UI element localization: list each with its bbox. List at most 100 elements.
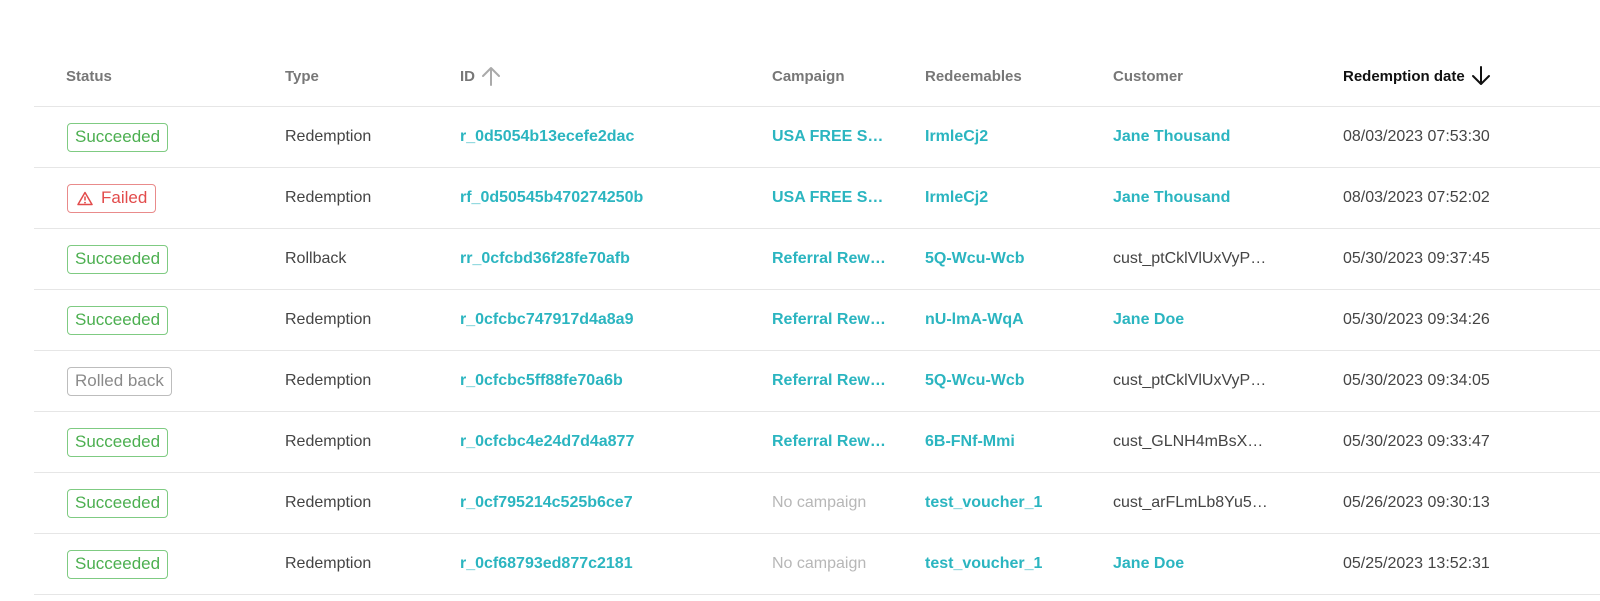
id-cell: rr_0cfcbd36f28fe70afb — [460, 229, 750, 289]
header-type-cell[interactable]: Type — [285, 46, 445, 106]
redeemable-link[interactable]: test_voucher_1 — [925, 494, 1042, 512]
campaign-cell: Referral Rew… — [772, 290, 890, 350]
table-row[interactable]: Succeeded Redemption r_0d5054b13ecefe2da… — [34, 107, 1600, 168]
header-redemption-date-cell[interactable]: Redemption date — [1343, 46, 1583, 106]
redeemable-cell: nU-lmA-WqA — [925, 290, 1095, 350]
id-cell: rf_0d50545b470274250b — [460, 168, 750, 228]
redeemable-link[interactable]: nU-lmA-WqA — [925, 311, 1024, 329]
campaign-cell: Referral Rew… — [772, 412, 890, 472]
campaign-link[interactable]: Referral Rew… — [772, 351, 886, 411]
status-badge: Succeeded — [67, 244, 169, 274]
campaign-link[interactable]: USA FREE S… — [772, 168, 883, 228]
redeemable-link[interactable]: IrmleCj2 — [925, 128, 988, 146]
status-cell: Succeeded — [66, 290, 256, 350]
status-label: Succeeded — [75, 249, 161, 268]
date-cell: 05/30/2023 09:34:05 — [1343, 351, 1583, 411]
header-campaign-cell[interactable]: Campaign — [772, 46, 890, 106]
header-id: ID — [460, 67, 475, 85]
redeemable-link[interactable]: 6B-FNf-Mmi — [925, 433, 1015, 451]
customer-cell: Jane Thousand — [1113, 107, 1273, 167]
id-cell: r_0cf795214c525b6ce7 — [460, 473, 750, 533]
type-cell: Redemption — [285, 351, 445, 411]
redeemable-cell: IrmleCj2 — [925, 107, 1095, 167]
redeemable-link[interactable]: 5Q-Wcu-Wcb — [925, 250, 1025, 268]
table-row[interactable]: Failed Redemption rf_0d50545b470274250b … — [34, 168, 1600, 229]
header-customer-cell[interactable]: Customer — [1113, 46, 1273, 106]
customer-link[interactable]: Jane Doe — [1113, 290, 1184, 350]
customer-cell: Jane Doe — [1113, 534, 1273, 594]
customer-link[interactable]: Jane Thousand — [1113, 107, 1230, 167]
campaign-cell: Referral Rew… — [772, 351, 890, 411]
redemption-id-link[interactable]: r_0cfcbc747917d4a8a9 — [460, 311, 633, 329]
redeemable-link[interactable]: test_voucher_1 — [925, 555, 1042, 573]
date-cell: 08/03/2023 07:53:30 — [1343, 107, 1583, 167]
redeemable-link[interactable]: 5Q-Wcu-Wcb — [925, 372, 1025, 390]
campaign-link[interactable]: USA FREE S… — [772, 107, 883, 167]
table-row[interactable]: Succeeded Rollback rr_0cfcbd36f28fe70afb… — [34, 229, 1600, 290]
table-row[interactable]: Succeeded Redemption r_0cf795214c525b6ce… — [34, 473, 1600, 534]
sort-arrow-up-icon[interactable] — [481, 65, 501, 87]
redemption-id-link[interactable]: r_0d5054b13ecefe2dac — [460, 128, 634, 146]
header-id-cell[interactable]: ID — [460, 46, 750, 106]
customer-link[interactable]: Jane Thousand — [1113, 168, 1230, 228]
status-badge: Failed — [67, 183, 157, 213]
customer-link[interactable]: Jane Doe — [1113, 534, 1184, 594]
status-badge: Succeeded — [67, 122, 169, 152]
status-cell: Rolled back — [66, 351, 256, 411]
table-row[interactable]: Succeeded Redemption r_0cf68793ed877c218… — [34, 534, 1600, 595]
table-row[interactable]: Succeeded Redemption r_0cfcbc4e24d7d4a87… — [34, 412, 1600, 473]
redeemable-link[interactable]: IrmleCj2 — [925, 189, 988, 207]
redemption-date: 08/03/2023 07:53:30 — [1343, 128, 1490, 145]
campaign-cell: Referral Rew… — [772, 229, 890, 289]
redemption-date: 05/30/2023 09:34:26 — [1343, 311, 1490, 328]
redemption-id-link[interactable]: r_0cfcbc4e24d7d4a877 — [460, 433, 634, 451]
type-label: Redemption — [285, 433, 372, 450]
type-label: Redemption — [285, 128, 372, 145]
id-cell: r_0cfcbc5ff88fe70a6b — [460, 351, 750, 411]
header-type: Type — [285, 67, 319, 85]
status-badge: Succeeded — [67, 488, 169, 518]
campaign-link[interactable]: Referral Rew… — [772, 412, 886, 472]
table-row[interactable]: Rolled back Redemption r_0cfcbc5ff88fe70… — [34, 351, 1600, 412]
customer-cell: Jane Doe — [1113, 290, 1273, 350]
header-redeemables-cell[interactable]: Redeemables — [925, 46, 1095, 106]
redemption-id-link[interactable]: rf_0d50545b470274250b — [460, 189, 643, 207]
customer-value: cust_GLNH4mBsX… — [1113, 433, 1264, 450]
status-label: Succeeded — [75, 554, 161, 573]
table-body: Succeeded Redemption r_0d5054b13ecefe2da… — [34, 107, 1600, 595]
date-cell: 05/30/2023 09:33:47 — [1343, 412, 1583, 472]
status-cell: Succeeded — [66, 473, 256, 533]
customer-cell: cust_ptCklVlUxVyP… — [1113, 229, 1273, 289]
status-cell: Succeeded — [66, 412, 256, 472]
status-cell: Failed — [66, 168, 256, 228]
type-label: Redemption — [285, 494, 372, 511]
type-cell: Redemption — [285, 412, 445, 472]
type-label: Redemption — [285, 311, 372, 328]
redemption-date: 05/25/2023 13:52:31 — [1343, 555, 1490, 572]
date-cell: 05/30/2023 09:34:26 — [1343, 290, 1583, 350]
redemption-id-link[interactable]: r_0cf795214c525b6ce7 — [460, 494, 633, 512]
redeemable-cell: test_voucher_1 — [925, 473, 1095, 533]
redeemable-cell: IrmleCj2 — [925, 168, 1095, 228]
status-label: Rolled back — [75, 371, 164, 390]
redemption-id-link[interactable]: rr_0cfcbd36f28fe70afb — [460, 250, 630, 268]
status-badge: Succeeded — [67, 427, 169, 457]
type-cell: Redemption — [285, 534, 445, 594]
redeemable-cell: test_voucher_1 — [925, 534, 1095, 594]
sort-arrow-down-icon[interactable] — [1471, 65, 1491, 87]
redeemable-cell: 5Q-Wcu-Wcb — [925, 229, 1095, 289]
redemption-id-link[interactable]: r_0cfcbc5ff88fe70a6b — [460, 372, 623, 390]
campaign-cell: No campaign — [772, 534, 890, 594]
redemption-date: 05/30/2023 09:37:45 — [1343, 250, 1490, 267]
redeemable-cell: 5Q-Wcu-Wcb — [925, 351, 1095, 411]
type-cell: Redemption — [285, 290, 445, 350]
table-header: Status Type ID Campaign Redeemables Cust… — [34, 46, 1600, 107]
campaign-link[interactable]: Referral Rew… — [772, 290, 886, 350]
redemption-id-link[interactable]: r_0cf68793ed877c2181 — [460, 555, 633, 573]
header-status-cell[interactable]: Status — [66, 46, 256, 106]
table-row[interactable]: Succeeded Redemption r_0cfcbc747917d4a8a… — [34, 290, 1600, 351]
campaign-cell: USA FREE S… — [772, 168, 890, 228]
header-status: Status — [66, 67, 112, 85]
campaign-link[interactable]: Referral Rew… — [772, 229, 886, 289]
status-label: Succeeded — [75, 310, 161, 329]
